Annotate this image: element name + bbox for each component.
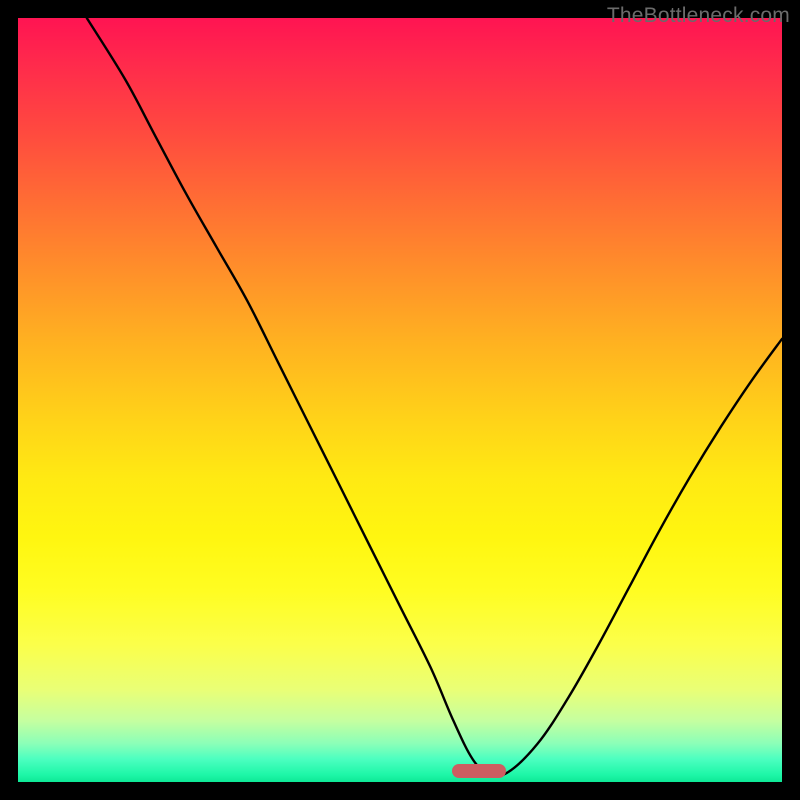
- plot-area: [18, 18, 782, 782]
- chart-frame: TheBottleneck.com: [0, 0, 800, 800]
- watermark-text: TheBottleneck.com: [607, 4, 790, 28]
- bottleneck-curve: [18, 18, 782, 782]
- optimal-marker: [452, 764, 506, 778]
